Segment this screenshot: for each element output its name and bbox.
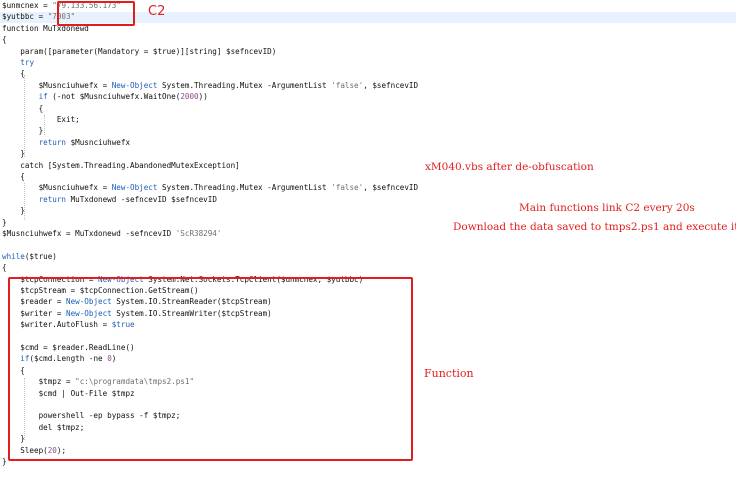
function-label: Function: [424, 367, 474, 380]
code-line: {: [2, 171, 25, 183]
c2-highlight-box: [57, 1, 135, 26]
code-line: return MuTxdonewd -sefncevID $sefncevID: [2, 194, 217, 206]
code-line: }: [2, 125, 44, 137]
code-token: 2000: [180, 92, 199, 102]
code-line: return $Musnciuhwefx: [2, 137, 130, 149]
code-token: }: [2, 217, 7, 227]
function-highlight-box: [8, 277, 413, 461]
code-line: $Musnciuhwefx = MuTxdonewd -sefncevID 'S…: [2, 228, 221, 240]
code-token: $Musnciuhwefx = MuTxdonewd -sefncevID: [2, 229, 176, 238]
code-token: {: [2, 263, 7, 273]
code-token: $Musnciuhwefx =: [2, 80, 112, 90]
code-line: }: [2, 456, 7, 468]
code-token: , $sefncevID: [363, 183, 419, 193]
code-line: if (-not $Musnciuhwefx.WaitOne(2000)): [2, 91, 208, 103]
indent-guide: [44, 115, 45, 135]
code-line: $Musnciuhwefx = New-Object System.Thread…: [2, 182, 419, 194]
main-functions-label: Main functions link C2 every 20s: [519, 202, 695, 214]
code-token: while: [2, 251, 25, 261]
code-line: {: [2, 34, 7, 46]
code-line: {: [2, 68, 25, 80]
code-line: {: [2, 103, 44, 115]
code-token: try: [20, 58, 35, 67]
code-line: Exit;: [2, 114, 80, 126]
code-token: ($true): [24, 251, 57, 261]
deobfuscation-label: xM040.vbs after de-obfuscation: [425, 161, 594, 173]
code-token: New-Object: [111, 183, 158, 193]
code-line: }: [2, 205, 25, 217]
code-token: {: [2, 35, 7, 45]
code-line: while($true): [2, 251, 57, 263]
code-line: try: [2, 57, 34, 69]
indent-guide: [24, 75, 25, 157]
code-token: Exit;: [2, 115, 80, 124]
code-token: 'ScR38294': [175, 229, 222, 238]
code-token: {: [2, 172, 25, 181]
code-token: }: [2, 206, 25, 216]
code-line: }: [2, 217, 7, 229]
code-line: $Musnciuhwefx = New-Object System.Thread…: [2, 80, 419, 92]
download-execute-label: Download the data saved to tmps2.ps1 and…: [453, 221, 736, 233]
code-line: {: [2, 262, 7, 274]
code-token: return: [38, 137, 67, 147]
code-token: 'false': [331, 183, 364, 193]
code-token: )): [198, 92, 208, 102]
code-token: New-Object: [111, 80, 158, 90]
code-token: {: [2, 103, 44, 113]
code-token: param([parameter(Mandatory = $true)][str…: [2, 46, 277, 56]
code-token: System.Threading.Mutex -ArgumentList: [157, 183, 332, 193]
code-token: if: [38, 92, 48, 102]
code-token: $Musnciuhwefx: [66, 137, 131, 147]
code-token: }: [2, 457, 7, 466]
code-line: }: [2, 148, 25, 160]
code-token: System.Threading.Mutex -ArgumentList: [157, 80, 332, 90]
indent-guide: [24, 183, 25, 220]
code-token: $unmcnex =: [2, 1, 53, 10]
code-token: {: [2, 69, 25, 79]
code-line: param([parameter(Mandatory = $true)][str…: [2, 46, 276, 58]
c2-label: C2: [148, 4, 166, 19]
code-line: catch [System.Threading.AbandonedMutexEx…: [2, 160, 240, 172]
code-token: $Musnciuhwefx =: [2, 183, 112, 193]
code-token: }: [2, 149, 25, 159]
code-token: 'false': [331, 80, 364, 90]
code-token: return: [38, 194, 67, 204]
code-token: }: [2, 126, 44, 136]
code-token: (-not $Musnciuhwefx.WaitOne(: [47, 92, 181, 102]
code-token: MuTxdonewd -sefncevID $sefncevID: [66, 194, 217, 204]
code-token: $yutbbc =: [2, 12, 48, 22]
code-token: , $sefncevID: [363, 80, 419, 90]
code-token: catch [System.Threading.AbandonedMutexEx…: [2, 160, 240, 170]
